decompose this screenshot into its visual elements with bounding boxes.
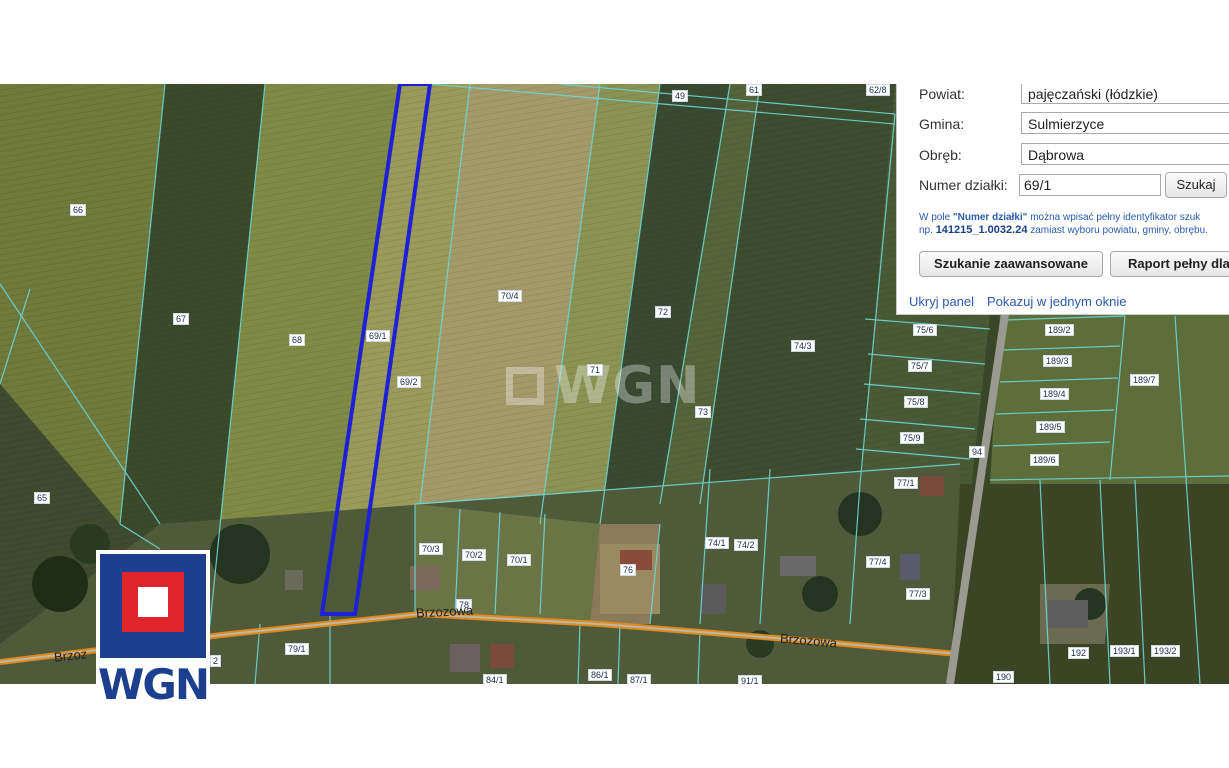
parcel-label: 86/1 [588, 669, 612, 681]
parcel-label: 94 [969, 446, 986, 458]
parcel-label: 68 [289, 334, 306, 346]
parcel-label: 189/2 [1045, 324, 1074, 336]
parcel-label: 75/6 [913, 324, 937, 336]
parcel-label: 193/2 [1151, 645, 1180, 657]
parcel-label: 61 [746, 84, 763, 96]
parcel-label: 74/2 [734, 539, 758, 551]
parcel-label: 91/1 [738, 675, 762, 684]
road-label: Brzozowa [415, 602, 474, 621]
parcel-label: 70/2 [462, 549, 486, 561]
parcel-label: 190 [993, 671, 1015, 683]
show-single-window-link[interactable]: Pokazuj w jednym oknie [987, 294, 1126, 309]
logo-text: WGN [98, 660, 210, 709]
parcel-label-selected: 69/1 [366, 330, 390, 342]
gmina-select[interactable]: Sulmierzyce [1021, 112, 1229, 134]
search-panel: Powiat: pajęczański (łódzkie) Gmina: Sul… [896, 84, 1229, 315]
parcel-label: 65 [34, 492, 51, 504]
parcel-label: 74/1 [705, 537, 729, 549]
parcel-label: 72 [655, 306, 672, 318]
parcel-label: 189/4 [1040, 388, 1069, 400]
parcel-number-input[interactable]: 69/1 [1019, 174, 1161, 196]
obreb-label: Obręb: [919, 147, 962, 163]
map-watermark: WGN [506, 356, 701, 416]
search-button[interactable]: Szukaj [1165, 172, 1227, 198]
parcel-label: 75/7 [908, 360, 932, 372]
parcel-label: 79/1 [285, 643, 309, 655]
parcel-number-label: Numer działki: [919, 177, 1008, 193]
obreb-select[interactable]: Dąbrowa [1021, 143, 1229, 165]
parcel-label: 75/9 [900, 432, 924, 444]
wgn-logo: WGN [96, 550, 210, 709]
parcel-label: 62/8 [866, 84, 890, 96]
parcel-label: 189/7 [1130, 374, 1159, 386]
parcel-label: 189/3 [1043, 355, 1072, 367]
parcel-label: 77/4 [866, 556, 890, 568]
gmina-label: Gmina: [919, 116, 965, 132]
parcel-label: 76 [620, 564, 637, 576]
parcel-label: 2 [210, 655, 222, 667]
parcel-label: 193/1 [1110, 645, 1139, 657]
powiat-label: Powiat: [919, 86, 965, 102]
full-report-button[interactable]: Raport pełny dla [1110, 251, 1229, 277]
parcel-label: 69/2 [397, 376, 421, 388]
parcel-label: 75/8 [904, 396, 928, 408]
parcel-label: 66 [70, 204, 87, 216]
parcel-label: 192 [1068, 647, 1090, 659]
parcel-label: 77/3 [906, 588, 930, 600]
powiat-select[interactable]: pajęczański (łódzkie) [1021, 84, 1229, 104]
parcel-label: 70/4 [498, 290, 522, 302]
parcel-label: 189/5 [1036, 421, 1065, 433]
parcel-label: 84/1 [483, 674, 507, 684]
parcel-label: 70/1 [507, 554, 531, 566]
advanced-search-button[interactable]: Szukanie zaawansowane [919, 251, 1103, 277]
parcel-label: 67 [173, 313, 190, 325]
search-hint: W pole "Numer działki" można wpisać pełn… [919, 212, 1208, 236]
parcel-label: 71 [587, 364, 604, 376]
parcel-label: 87/1 [627, 674, 651, 684]
parcel-label: 73 [695, 406, 712, 418]
hide-panel-link[interactable]: Ukryj panel [909, 294, 974, 309]
parcel-label: 49 [672, 90, 689, 102]
parcel-label: 77/1 [894, 477, 918, 489]
parcel-label: 74/3 [791, 340, 815, 352]
parcel-label: 189/6 [1030, 454, 1059, 466]
parcel-label: 70/3 [419, 543, 443, 555]
